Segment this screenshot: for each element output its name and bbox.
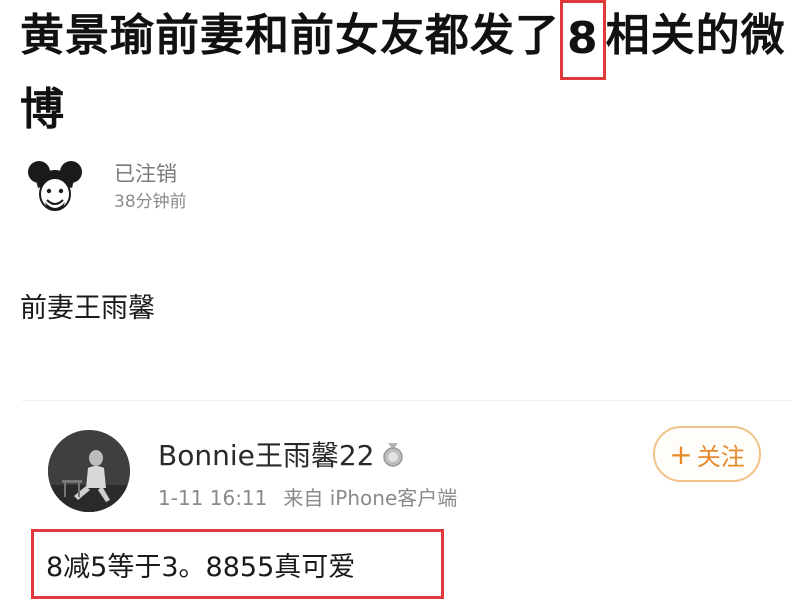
article-body-text: 前妻王雨馨 [20, 293, 155, 324]
highlighted-post-text: 8减5等于3。8855真可爱 [31, 529, 444, 599]
cartoon-avatar-icon [28, 161, 82, 211]
user-photo-icon [48, 430, 130, 512]
post-time-ago: 38分钟前 [114, 192, 187, 212]
section-divider [22, 400, 792, 401]
article-title: 黄景瑜前妻和前女友都发了 8 相关的微博 [20, 0, 800, 140]
username-text: Bonnie王雨馨22 [158, 439, 375, 472]
author-row: 已注销 38分钟前 [26, 158, 187, 216]
title-highlight-8: 8 [560, 0, 606, 80]
post-text: 8减5等于3。8855真可爱 [46, 551, 356, 583]
post-date: 1-11 16:11 [158, 486, 268, 510]
author-avatar[interactable] [26, 158, 84, 216]
author-meta: 已注销 38分钟前 [114, 159, 187, 215]
title-text-start: 黄景瑜前妻和前女友都发了 [20, 10, 560, 61]
post-username[interactable]: Bonnie王雨馨22 [158, 434, 404, 474]
user-avatar[interactable] [48, 430, 130, 512]
plus-icon: + [669, 437, 693, 471]
medal-icon [382, 442, 404, 468]
follow-label: 关注 [696, 442, 745, 471]
post-meta: 1-11 16:11 来自 iPhone客户端 [158, 482, 457, 511]
author-name[interactable]: 已注销 [114, 159, 187, 189]
post-source[interactable]: 来自 iPhone客户端 [283, 486, 457, 510]
embedded-weibo-post: Bonnie王雨馨22 1-11 16:11 来自 iPhone客户端 + 关注 8… [0, 410, 812, 606]
follow-button[interactable]: + 关注 [653, 426, 761, 482]
